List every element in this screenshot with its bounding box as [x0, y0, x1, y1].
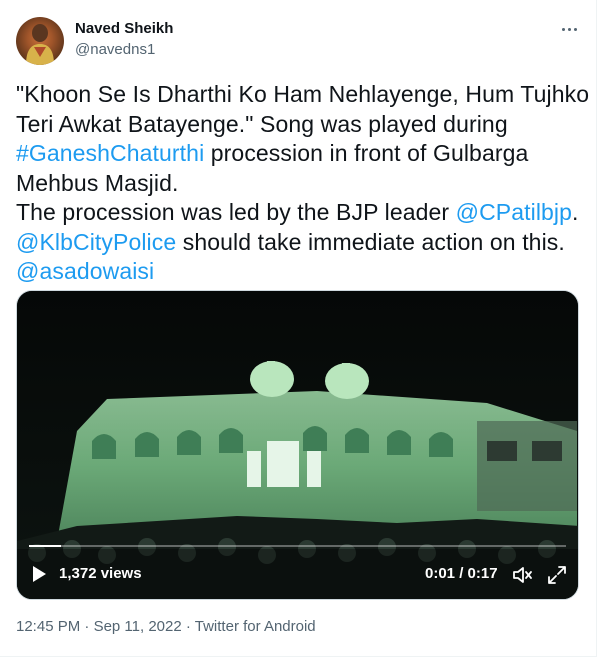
- separator: ·: [181, 618, 195, 635]
- mention-link[interactable]: @CPatilbjp: [456, 199, 572, 225]
- play-icon[interactable]: [33, 566, 46, 582]
- hashtag-link[interactable]: #GaneshChaturthi: [16, 140, 204, 166]
- tweet-line: Mehbus Masjid.: [16, 169, 179, 196]
- more-options-icon[interactable]: [558, 18, 580, 40]
- tweet-text-segment: The procession was led by the BJP leader: [16, 199, 456, 225]
- video-controls: 1,372 views 0:01 / 0:17: [17, 549, 578, 599]
- tweet-line: #GaneshChaturthi procession in front of …: [16, 139, 586, 169]
- tweet-card: Naved Sheikh @navedns1 "Khoon Se Is Dhar…: [0, 0, 597, 657]
- tweet-text: "Khoon Se Is Dharthi Ko Ham Nehlayenge, …: [16, 80, 590, 287]
- tweet-line: @asadowaisi: [16, 257, 586, 287]
- tweet-text-segment: procession in front of Gulbarga: [204, 140, 529, 166]
- author-handle[interactable]: @navedns1: [75, 41, 155, 58]
- tweet-line: The procession was led by the BJP leader…: [16, 198, 586, 228]
- tweet-source[interactable]: Twitter for Android: [195, 618, 316, 635]
- tweet-line: Teri Awkat Batayenge." Song was played d…: [16, 110, 508, 137]
- video-progress-bar[interactable]: [29, 545, 566, 547]
- author-name[interactable]: Naved Sheikh: [75, 20, 173, 37]
- video-player[interactable]: 1,372 views 0:01 / 0:17: [16, 290, 579, 600]
- video-time: 0:01 / 0:17: [425, 565, 498, 582]
- fullscreen-icon[interactable]: [546, 564, 568, 586]
- avatar[interactable]: [16, 17, 64, 65]
- tweet-text-segment: .: [572, 199, 579, 225]
- view-count: 1,372 views: [59, 565, 142, 582]
- tweet-time[interactable]: 12:45 PM: [16, 618, 80, 635]
- tweet-meta: 12:45 PM · Sep 11, 2022 · Twitter for An…: [16, 618, 316, 635]
- video-progress-fill: [29, 545, 62, 547]
- separator: ·: [80, 618, 94, 635]
- tweet-line: @KlbCityPolice should take immediate act…: [16, 228, 586, 258]
- tweet-date[interactable]: Sep 11, 2022: [94, 618, 182, 635]
- mute-icon[interactable]: [511, 564, 533, 586]
- tweet-line: "Khoon Se Is Dharthi Ko Ham Nehlayenge, …: [16, 81, 590, 107]
- tweet-text-segment: should take immediate action on this.: [176, 228, 565, 255]
- mention-link[interactable]: @asadowaisi: [16, 258, 154, 284]
- mention-link[interactable]: @KlbCityPolice: [16, 229, 176, 255]
